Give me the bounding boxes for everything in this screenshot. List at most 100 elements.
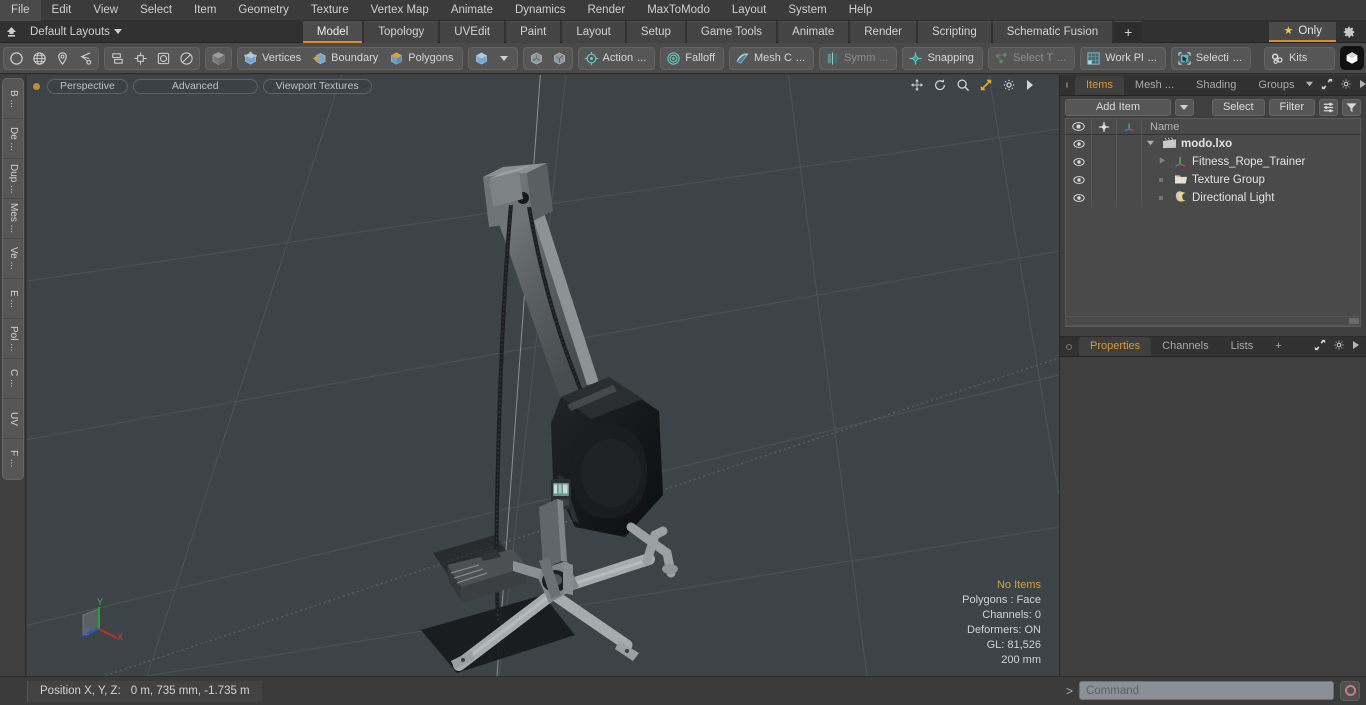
crosshair-icon[interactable] <box>1092 118 1117 135</box>
table-row[interactable]: Directional Light <box>1066 189 1360 207</box>
record-icon[interactable] <box>1340 680 1360 701</box>
left-tab-basic[interactable]: B ... <box>2 79 23 119</box>
tab-topology[interactable]: Topology <box>364 20 439 43</box>
menu-item-system[interactable]: System <box>777 0 837 21</box>
row-axis-cell[interactable] <box>1117 135 1142 153</box>
select-through-button[interactable]: Select T ... <box>990 48 1073 69</box>
up-arrow-icon[interactable] <box>0 22 22 42</box>
tab-lists[interactable]: Lists <box>1220 337 1265 356</box>
properties-more-icon[interactable] <box>1352 340 1360 353</box>
menu-item-render[interactable]: Render <box>576 0 636 21</box>
row-lock-cell[interactable] <box>1092 135 1117 153</box>
row-eye-icon[interactable] <box>1066 189 1092 207</box>
row-eye-icon[interactable] <box>1066 135 1092 153</box>
table-row[interactable]: Fitness_Rope_Trainer <box>1066 153 1360 171</box>
tab-items[interactable]: Items <box>1075 75 1124 95</box>
rounded-square-icon[interactable] <box>152 48 175 69</box>
viewport-projection-button[interactable]: Perspective <box>47 78 128 94</box>
3d-viewport[interactable]: Perspective Advanced Viewport Textures Y… <box>27 75 1059 676</box>
menu-item-layout[interactable]: Layout <box>721 0 778 21</box>
row-eye-icon[interactable] <box>1066 171 1092 189</box>
axis-cube-icon-b[interactable] <box>548 48 571 69</box>
expander-down-icon[interactable] <box>1146 138 1158 150</box>
menu-item-geometry[interactable]: Geometry <box>227 0 300 21</box>
work-plane-button[interactable]: Work Pl ... <box>1082 48 1163 69</box>
only-toggle-button[interactable]: ★ Only <box>1269 21 1336 42</box>
tab-scripting[interactable]: Scripting <box>917 20 991 43</box>
fit-icon[interactable] <box>979 78 993 95</box>
items-tree[interactable]: modo.lxo Fitness_Rope_Trainer Texture Gr… <box>1065 135 1361 327</box>
menu-item-edit[interactable]: Edit <box>41 0 83 21</box>
symmetry-button[interactable]: Symm ... <box>821 48 895 69</box>
left-tab-vertex[interactable]: Ve ... <box>2 239 23 279</box>
row-lock-cell[interactable] <box>1092 153 1117 171</box>
tab-mesh-ops[interactable]: Mesh ... <box>1124 76 1185 95</box>
properties-menu-dot-icon[interactable] <box>1066 343 1072 350</box>
add-item-caret-button[interactable] <box>1174 98 1194 116</box>
row-lock-cell[interactable] <box>1092 189 1117 207</box>
panel-expand-icon[interactable] <box>1321 78 1333 93</box>
list-view-icon[interactable] <box>1319 98 1338 116</box>
pan-icon[interactable] <box>910 78 924 95</box>
gear-icon[interactable] <box>1336 22 1362 42</box>
modo-logo-icon[interactable] <box>1340 46 1365 70</box>
panel-caret-icon[interactable] <box>1305 79 1314 91</box>
panel-gear-icon[interactable] <box>1340 78 1352 93</box>
tab-render[interactable]: Render <box>850 20 916 43</box>
tab-schematic-fusion[interactable]: Schematic Fusion <box>992 20 1113 43</box>
globe-icon[interactable] <box>28 48 51 69</box>
row-axis-cell[interactable] <box>1117 171 1142 189</box>
rotate-icon[interactable] <box>933 78 947 95</box>
kits-button[interactable]: Kits <box>1266 48 1333 69</box>
properties-gear-icon[interactable] <box>1333 339 1345 354</box>
stack-icon[interactable] <box>106 48 129 69</box>
pen-icon[interactable] <box>51 48 74 69</box>
menu-item-item[interactable]: Item <box>183 0 227 21</box>
items-tree-scrollbar[interactable] <box>1065 316 1361 326</box>
menu-item-texture[interactable]: Texture <box>300 0 360 21</box>
mode-dropdown-caret[interactable] <box>493 48 516 69</box>
tab-shading[interactable]: Shading <box>1185 76 1247 95</box>
left-tab-polygon[interactable]: Pol ... <box>2 319 23 359</box>
menu-item-help[interactable]: Help <box>838 0 884 21</box>
panel-more-icon[interactable] <box>1359 79 1366 92</box>
layout-selector[interactable]: Default Layouts <box>22 26 128 38</box>
row-name-cell[interactable]: modo.lxo <box>1142 136 1360 152</box>
viewport-more-icon[interactable] <box>1025 79 1035 94</box>
tab-add-properties[interactable]: + <box>1264 337 1292 356</box>
snapping-button[interactable]: Snapping <box>904 48 981 69</box>
row-axis-cell[interactable] <box>1117 189 1142 207</box>
left-tab-edge[interactable]: E ... <box>2 279 23 319</box>
row-eye-icon[interactable] <box>1066 153 1092 171</box>
tab-properties[interactable]: Properties <box>1079 337 1152 356</box>
axis-cube-icon-a[interactable] <box>525 48 548 69</box>
curve-icon[interactable] <box>74 48 97 69</box>
left-tab-deform[interactable]: De ... <box>2 119 23 159</box>
axis-icon[interactable] <box>1117 118 1142 135</box>
mesh-constraint-button[interactable]: Mesh C ... <box>731 48 812 69</box>
command-input[interactable] <box>1079 681 1334 700</box>
eye-icon[interactable] <box>1066 118 1092 135</box>
tab-paint[interactable]: Paint <box>506 20 561 43</box>
add-item-button[interactable]: Add Item <box>1065 98 1171 116</box>
row-name-cell[interactable]: Fitness_Rope_Trainer <box>1142 154 1360 170</box>
add-tab-button[interactable]: + <box>1114 20 1143 43</box>
left-tab-duplicate[interactable]: Dup ... <box>2 159 23 199</box>
tab-animate[interactable]: Animate <box>778 20 849 43</box>
filter-button[interactable]: Filter <box>1268 98 1315 116</box>
select-button[interactable]: Select <box>1211 98 1265 116</box>
panel-menu-dot-icon[interactable] <box>1066 82 1068 88</box>
grey-cube-icon[interactable] <box>207 48 230 69</box>
viewport-textures-button[interactable]: Viewport Textures <box>262 78 372 94</box>
expander-right-icon[interactable] <box>1158 156 1170 168</box>
menu-item-dynamics[interactable]: Dynamics <box>504 0 576 21</box>
table-row[interactable]: Texture Group <box>1066 171 1360 189</box>
funnel-icon[interactable] <box>1342 98 1361 116</box>
left-tab-curve[interactable]: C ... <box>2 359 23 399</box>
viewport-menu-dot-icon[interactable] <box>33 82 40 90</box>
action-center-button[interactable]: Action ... <box>580 48 654 69</box>
circle-icon[interactable] <box>5 48 28 69</box>
tab-uvedit[interactable]: UVEdit <box>440 20 505 43</box>
properties-expand-icon[interactable] <box>1314 339 1326 354</box>
viewport-gear-icon[interactable] <box>1002 78 1016 95</box>
